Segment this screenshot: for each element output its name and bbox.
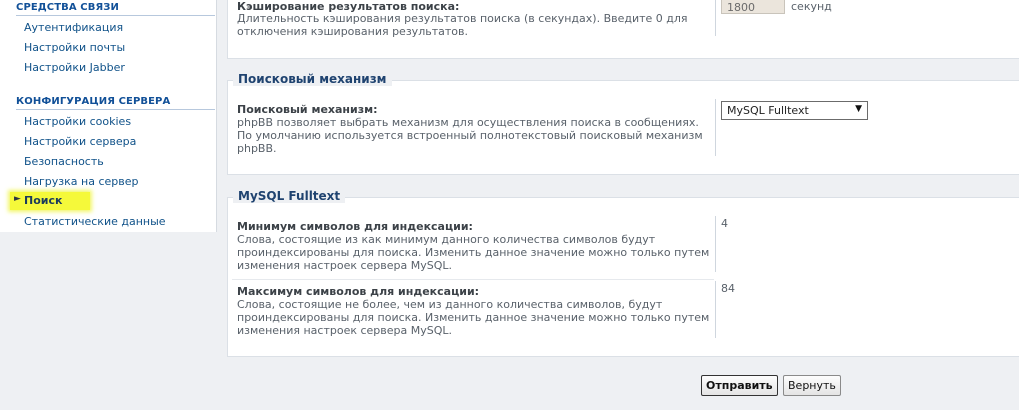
desc-line: phpBB позволяет выбрать механизм для осу… <box>237 116 699 129</box>
sidebar-item-authentication[interactable]: Аутентификация <box>24 21 123 34</box>
desc-line: изменения настроек сервера MySQL. <box>237 259 453 272</box>
row-separator <box>232 279 714 280</box>
cache-duration-input[interactable]: 1800 <box>721 0 785 14</box>
desc-line: проиндексированы для поиска. Изменить да… <box>237 311 710 324</box>
desc-line: изменения настроек сервера MySQL. <box>237 324 453 337</box>
mysql-fulltext-legend: MySQL Fulltext <box>233 189 346 203</box>
column-divider <box>715 99 716 156</box>
column-divider <box>715 0 716 36</box>
desc-line: Длительность кэширования результатов пои… <box>237 12 688 25</box>
desc-line: отключения кэширования результатов. <box>237 25 468 38</box>
caret-down-icon: ▼ <box>855 104 862 114</box>
desc-line: phpBB. <box>237 142 277 155</box>
reset-button[interactable]: Вернуть <box>783 375 841 396</box>
desc-line: Слова, состоящие из как минимум данного … <box>237 233 656 246</box>
min-chars-description: Слова, состоящие из как минимум данного … <box>237 233 711 272</box>
column-divider <box>715 216 716 272</box>
sidebar-item-jabber-settings[interactable]: Настройки Jabber <box>24 61 125 74</box>
sidebar-item-label: Поиск <box>24 194 63 207</box>
search-engine-selected: MySQL Fulltext <box>727 104 809 117</box>
sidebar-item-email-settings[interactable]: Настройки почты <box>24 41 125 54</box>
sidebar-item-server-settings[interactable]: Настройки сервера <box>24 135 136 148</box>
sidebar-section-server-config: КОНФИГУРАЦИЯ СЕРВЕРА <box>16 96 215 110</box>
max-chars-value: 84 <box>721 282 735 295</box>
cache-setting-description: Длительность кэширования результатов пои… <box>237 12 711 38</box>
sidebar-item-statistics[interactable]: Статистические данные <box>24 215 166 228</box>
search-engine-description: phpBB позволяет выбрать механизм для осу… <box>237 116 711 155</box>
sidebar-item-server-load[interactable]: Нагрузка на сервер <box>24 175 138 188</box>
min-chars-value: 4 <box>721 217 728 230</box>
search-engine-legend: Поисковый механизм <box>233 72 392 86</box>
desc-line: проиндексированы для поиска. Изменить да… <box>237 246 710 259</box>
sidebar-section-communication: СРЕДСТВА СВЯЗИ <box>16 2 215 16</box>
desc-line: По умолчанию используется встроенный пол… <box>237 129 703 142</box>
search-engine-select[interactable]: MySQL Fulltext ▼ <box>721 101 868 120</box>
column-divider <box>715 281 716 338</box>
sidebar-item-search[interactable]: ► Поиск <box>10 192 90 210</box>
sidebar: СРЕДСТВА СВЯЗИ Аутентификация Настройки … <box>0 0 217 232</box>
desc-line: Слова, состоящие не более, чем из данног… <box>237 298 663 311</box>
arrow-right-icon: ► <box>14 194 21 204</box>
min-chars-title: Минимум символов для индексации: <box>237 220 473 233</box>
cache-duration-unit: секунд <box>791 0 832 13</box>
sidebar-item-cookie-settings[interactable]: Настройки cookies <box>24 115 131 128</box>
sidebar-item-security[interactable]: Безопасность <box>24 155 104 168</box>
search-engine-title: Поисковый механизм: <box>237 103 378 116</box>
max-chars-title: Максимум символов для индексации: <box>237 285 480 298</box>
max-chars-description: Слова, состоящие не более, чем из данног… <box>237 298 711 337</box>
submit-button[interactable]: Отправить <box>701 375 778 396</box>
